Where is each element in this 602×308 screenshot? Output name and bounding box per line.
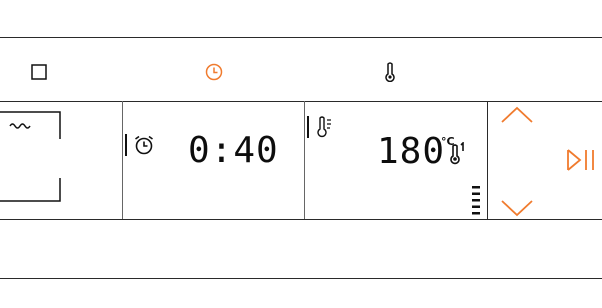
alarm-clock-icon (133, 134, 155, 156)
timer-panel[interactable]: 0:40 (123, 101, 304, 219)
temperature-cursor-bar (307, 116, 309, 138)
thermometer-steam-icon (315, 115, 333, 139)
panel-divider-3 (487, 101, 488, 219)
thermometer-heating-icon (449, 142, 467, 166)
frame-line-top (0, 37, 602, 38)
temperature-value: 180 (377, 131, 446, 172)
frame-line-display-bottom (0, 219, 602, 220)
frame-line-bottom (0, 278, 602, 279)
thermometer-icon[interactable] (383, 62, 397, 82)
oven-mode-square-icon[interactable] (31, 64, 47, 80)
mode-panel[interactable] (0, 101, 122, 219)
play-pause-icon[interactable] (566, 148, 596, 172)
timer-cursor-bar (125, 134, 127, 156)
heat-level-bars (472, 186, 482, 216)
timer-time: 0:40 (188, 130, 279, 171)
chevron-down-icon[interactable] (500, 199, 534, 217)
top-heat-wave-icon (0, 111, 62, 211)
temperature-panel[interactable]: 180 °C (305, 101, 487, 219)
chevron-up-icon[interactable] (500, 106, 534, 124)
clock-icon[interactable] (205, 63, 223, 81)
